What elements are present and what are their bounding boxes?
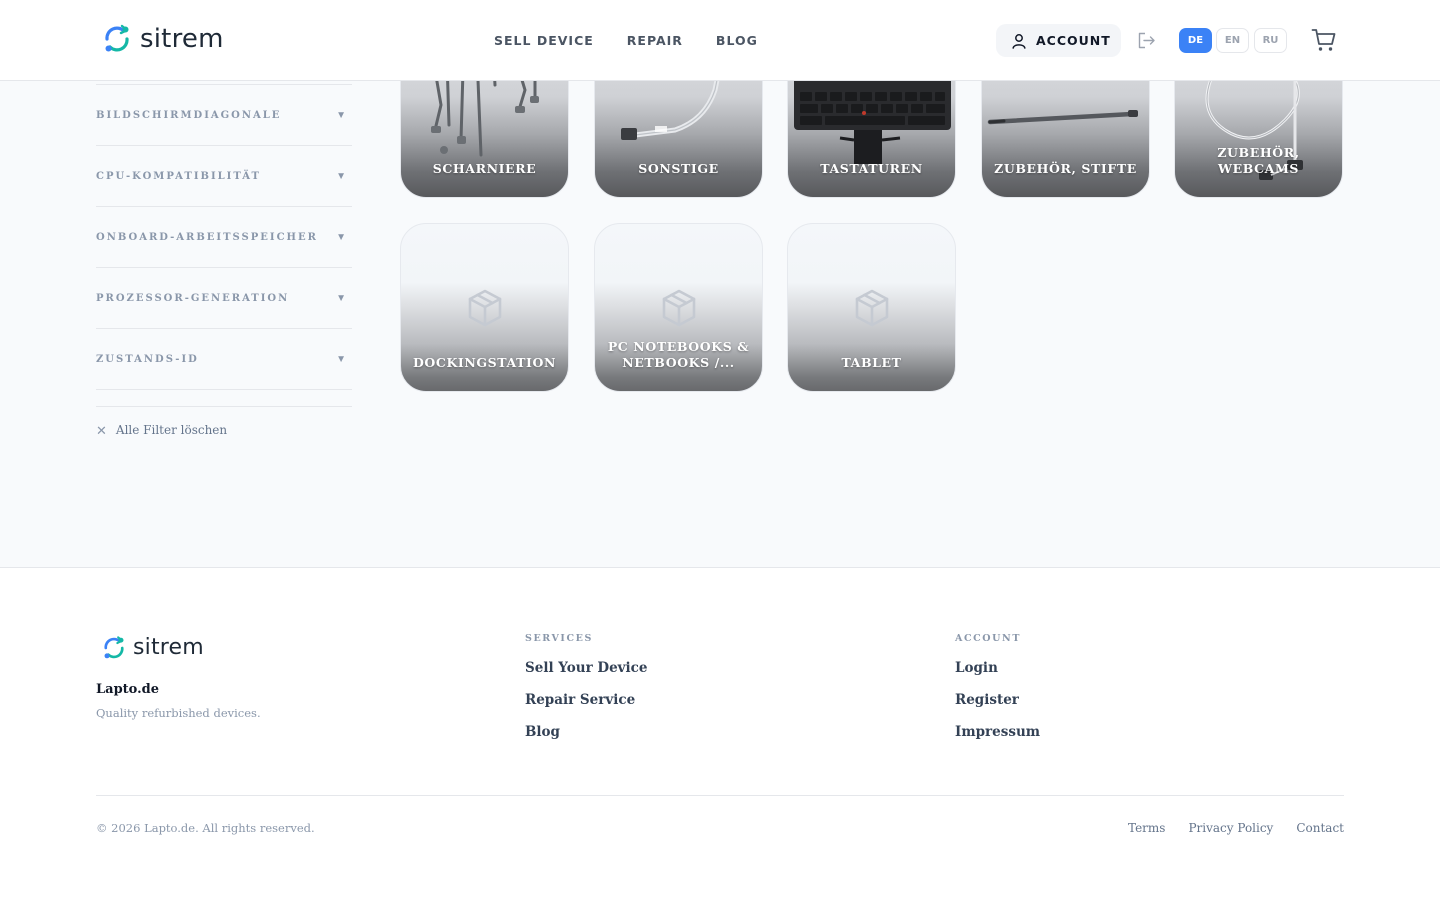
footer-services-column: SERVICES Sell Your Device Repair Service… (525, 633, 647, 756)
footer-link-register[interactable]: Register (955, 692, 1040, 724)
clear-filters-label: Alle Filter löschen (115, 423, 228, 437)
filter-cpu-kompatibilitaet[interactable]: CPU-KOMPATIBILITÄT ▼ (96, 146, 352, 207)
filter-label: ONBOARD-ARBEITSSPEICHER (96, 231, 318, 243)
footer-link-privacy-policy[interactable]: Privacy Policy (1188, 821, 1273, 835)
filter-label: CPU-KOMPATIBILITÄT (96, 170, 261, 182)
category-card-pc-notebooks[interactable]: PC NOTEBOOKS & NETBOOKS /... (594, 223, 763, 392)
filter-prozessor-generation[interactable]: PROZESSOR-GENERATION ▼ (96, 268, 352, 329)
footer-link-login[interactable]: Login (955, 660, 1040, 692)
main-nav: SELL DEVICE REPAIR BLOG (494, 33, 758, 48)
category-label: TASTATUREN (820, 161, 923, 176)
caret-down-icon: ▼ (336, 231, 346, 243)
site-footer: sitrem Lapto.de Quality refurbished devi… (0, 568, 1440, 900)
category-label: ZUBEHÖR, WEBCAMS (1217, 145, 1300, 176)
footer-link-terms[interactable]: Terms (1128, 821, 1165, 835)
header-logo[interactable]: sitrem (100, 22, 224, 56)
user-icon (1012, 33, 1026, 49)
category-label: PC NOTEBOOKS & NETBOOKS /... (607, 339, 750, 370)
keyboard-image (794, 81, 951, 164)
logout-button[interactable] (1135, 29, 1157, 51)
category-page: BILDSCHIRMDIAGONALE ▼ CPU-KOMPATIBILITÄT… (0, 81, 1440, 568)
logo-icon (105, 24, 129, 52)
filter-zustands-id[interactable]: ZUSTANDS-ID ▼ (96, 329, 352, 390)
footer-column-title: ACCOUNT (955, 633, 1022, 644)
lang-en-button[interactable]: EN (1216, 28, 1249, 53)
footer-logo[interactable]: sitrem (100, 634, 204, 662)
cart-icon[interactable] (1311, 27, 1337, 53)
logout-icon (1138, 32, 1155, 48)
footer-legal-links: Terms Privacy Policy Contact (1128, 821, 1344, 835)
footer-account-column: ACCOUNT Login Register Impressum (955, 633, 1040, 756)
nav-sell-device[interactable]: SELL DEVICE (494, 33, 594, 48)
footer-link-impressum[interactable]: Impressum (955, 724, 1040, 756)
webcam-image (1205, 81, 1303, 180)
lang-ru-button[interactable]: RU (1254, 28, 1287, 53)
hinges-image (431, 81, 539, 157)
account-label: ACCOUNT (1036, 33, 1111, 48)
package-icon (468, 289, 502, 327)
category-card-dockingstation[interactable]: DOCKINGSTATION (400, 223, 569, 392)
footer-link-sell-device[interactable]: Sell Your Device (525, 660, 647, 692)
caret-down-icon: ▼ (336, 170, 346, 182)
category-card-zubehoer-webcams[interactable]: ZUBEHÖR, WEBCAMS (1174, 81, 1343, 198)
filter-label: PROZESSOR-GENERATION (96, 292, 290, 304)
caret-down-icon: ▼ (336, 353, 346, 365)
category-card-sonstige[interactable]: SONSTIGE (594, 81, 763, 198)
category-card-scharniere[interactable]: SCHARNIERE (400, 81, 569, 198)
cable-image (621, 81, 720, 140)
nav-blog[interactable]: BLOG (716, 33, 758, 48)
caret-down-icon: ▼ (336, 109, 346, 121)
footer-brand: Lapto.de (96, 682, 159, 697)
category-card-tastaturen[interactable]: TASTATUREN (787, 81, 956, 198)
close-icon: ✕ (96, 422, 107, 438)
clear-filters-button[interactable]: ✕ Alle Filter löschen (96, 423, 227, 437)
category-label: ZUBEHÖR, STIFTE (994, 161, 1137, 176)
category-label: SONSTIGE (638, 161, 719, 176)
category-label: TABLET (841, 355, 902, 370)
package-icon (662, 289, 696, 327)
category-label: SCHARNIERE (432, 161, 537, 176)
footer-divider (96, 795, 1344, 796)
category-label: DOCKINGSTATION (412, 355, 556, 370)
caret-down-icon: ▼ (336, 292, 346, 304)
filter-onboard-arbeitsspeicher[interactable]: ONBOARD-ARBEITSSPEICHER ▼ (96, 207, 352, 268)
package-icon (855, 289, 889, 327)
logo-text: sitrem (133, 635, 204, 660)
logo-text: sitrem (140, 24, 224, 54)
footer-copyright: © 2026 Lapto.de. All rights reserved. (96, 821, 315, 835)
footer-column-title: SERVICES (525, 633, 593, 644)
logo-icon (104, 636, 124, 659)
footer-tagline: Quality refurbished devices. (96, 706, 261, 720)
lang-de-button[interactable]: DE (1179, 28, 1212, 53)
category-card-tablet[interactable]: TABLET (787, 223, 956, 392)
site-header: sitrem SELL DEVICE REPAIR BLOG ACCOUNT D… (0, 0, 1440, 81)
nav-repair[interactable]: REPAIR (627, 33, 683, 48)
account-button[interactable]: ACCOUNT (996, 24, 1121, 57)
filter-bildschirmdiagonale[interactable]: BILDSCHIRMDIAGONALE ▼ (96, 85, 352, 146)
footer-link-repair-service[interactable]: Repair Service (525, 692, 647, 724)
footer-link-contact[interactable]: Contact (1296, 821, 1344, 835)
filter-divider (96, 406, 352, 407)
category-card-zubehoer-stifte[interactable]: ZUBEHÖR, STIFTE (981, 81, 1150, 198)
filter-label: BILDSCHIRMDIAGONALE (96, 109, 282, 121)
footer-link-blog[interactable]: Blog (525, 724, 647, 756)
filter-label: ZUSTANDS-ID (96, 353, 199, 365)
stylus-image (987, 110, 1138, 125)
